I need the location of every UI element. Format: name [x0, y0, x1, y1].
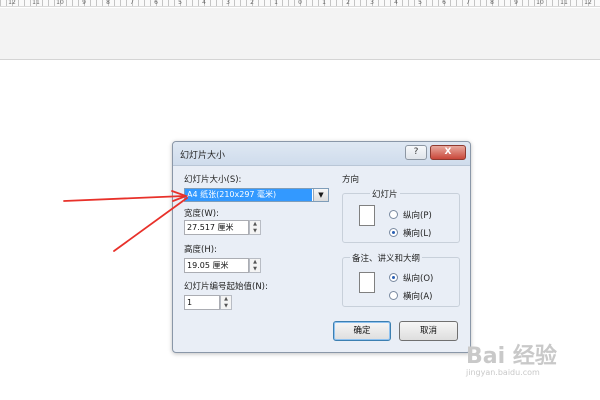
ruler-number: 0	[298, 0, 302, 6]
notes-landscape-label: 横向(A)	[403, 292, 433, 302]
ruler-number: 11	[560, 0, 568, 6]
notes-group-label: 备注、讲义和大纲	[350, 252, 423, 264]
ok-button[interactable]: 确定	[333, 321, 391, 341]
height-spinner[interactable]: ▲ ▼	[249, 258, 261, 273]
height-label: 高度(H):	[184, 245, 217, 255]
ruler-numbers: 12 11 10 9 8 7 6 5 4 3 2 1 0 1 2 3 4 5 6…	[0, 0, 600, 6]
slide-size-value: A4 纸张(210x297 毫米)	[185, 189, 312, 201]
dialog-title: 幻灯片大小	[180, 151, 226, 161]
notes-portrait-radio[interactable]	[389, 273, 398, 282]
ruler-number: 2	[346, 0, 350, 6]
ruler-number: 11	[32, 0, 40, 6]
page-orientation-icon	[359, 272, 375, 293]
annotation-arrow-horizontal	[63, 195, 185, 202]
spin-down-icon[interactable]: ▼	[250, 266, 260, 273]
ruler-number: 3	[226, 0, 230, 6]
close-button[interactable]: X	[430, 145, 466, 160]
ruler-number: 1	[322, 0, 326, 6]
slide-area-top-band	[0, 8, 600, 60]
ruler-number: 1	[274, 0, 278, 6]
slides-portrait-label: 纵向(P)	[403, 211, 432, 221]
ruler-number: 4	[202, 0, 206, 6]
ruler-number: 7	[466, 0, 470, 6]
ruler-number: 12	[8, 0, 16, 6]
notes-portrait-label: 纵向(O)	[403, 274, 434, 284]
slides-portrait-radio[interactable]	[389, 210, 398, 219]
direction-label: 方向	[342, 175, 360, 185]
height-field[interactable]: 19.05 厘米	[184, 258, 249, 273]
slide-size-select[interactable]: A4 纸张(210x297 毫米) ▼	[184, 188, 329, 202]
start-number-spinner[interactable]: ▲ ▼	[220, 295, 232, 310]
ruler-number: 6	[442, 0, 446, 6]
ruler-number: 3	[370, 0, 374, 6]
ruler-number: 10	[536, 0, 544, 6]
chevron-down-icon[interactable]: ▼	[313, 189, 328, 201]
width-label: 宽度(W):	[184, 209, 219, 219]
slides-landscape-radio[interactable]	[389, 228, 398, 237]
ruler-number: 8	[106, 0, 110, 6]
baidu-jingyan-watermark: Bai 经验	[466, 344, 557, 369]
slide-size-label: 幻灯片大小(S):	[184, 175, 242, 185]
width-spinner[interactable]: ▲ ▼	[249, 220, 261, 235]
horizontal-ruler: 12 11 10 9 8 7 6 5 4 3 2 1 0 1 2 3 4 5 6…	[0, 0, 600, 7]
slides-landscape-label: 横向(L)	[403, 229, 432, 239]
ruler-number: 8	[490, 0, 494, 6]
start-number-label: 幻灯片编号起始值(N):	[184, 282, 268, 292]
ruler-number: 12	[584, 0, 592, 6]
help-button[interactable]: ?	[405, 145, 427, 160]
ruler-number: 10	[56, 0, 64, 6]
start-number-field[interactable]: 1	[184, 295, 220, 310]
ruler-number: 9	[514, 0, 518, 6]
ruler-number: 4	[394, 0, 398, 6]
cancel-button[interactable]: 取消	[399, 321, 458, 341]
ruler-number: 9	[82, 0, 86, 6]
spin-down-icon[interactable]: ▼	[250, 228, 260, 235]
width-field[interactable]: 27.517 厘米	[184, 220, 249, 235]
ruler-number: 5	[418, 0, 422, 6]
ruler-number: 2	[250, 0, 254, 6]
ruler-number: 6	[154, 0, 158, 6]
slides-group-label: 幻灯片	[370, 188, 400, 200]
page-orientation-icon	[359, 205, 375, 226]
ruler-number: 7	[130, 0, 134, 6]
watermark-url: jingyan.baidu.com	[466, 368, 540, 377]
ruler-number: 5	[178, 0, 182, 6]
notes-landscape-radio[interactable]	[389, 291, 398, 300]
spin-down-icon[interactable]: ▼	[221, 303, 231, 310]
dialog-titlebar[interactable]: 幻灯片大小 ? X	[173, 142, 470, 166]
